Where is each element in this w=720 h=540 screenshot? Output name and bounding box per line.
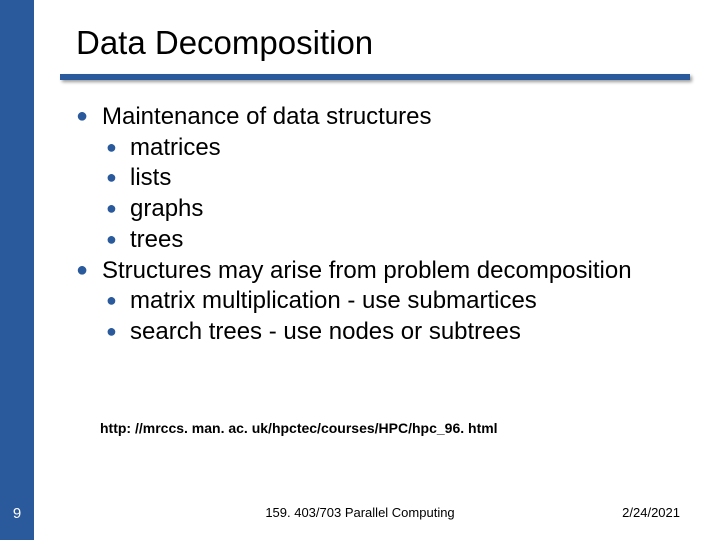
bullet-text: lists [130,163,676,194]
bullet-text: Maintenance of data structures [102,102,676,133]
left-sidebar [0,0,34,540]
bullet-text: Structures may arise from problem decomp… [102,256,676,287]
bullet-icon: ● [106,317,130,348]
bullet-icon: ● [106,194,130,225]
title-underline [60,74,690,84]
bullet-level2: ● search trees - use nodes or subtrees [76,317,676,348]
bullet-level2: ● graphs [76,194,676,225]
title-underline-bar [60,74,690,80]
bullet-level2: ● matrices [76,133,676,164]
bullet-level1: ● Maintenance of data structures [76,102,676,133]
bullet-text: search trees - use nodes or subtrees [130,317,676,348]
bullet-text: matrix multiplication - use submartices [130,286,676,317]
bullet-level1: ● Structures may arise from problem deco… [76,256,676,287]
bullet-icon: ● [76,102,102,133]
bullet-text: graphs [130,194,676,225]
bullet-text: matrices [130,133,676,164]
bullet-icon: ● [106,163,130,194]
content-body: ● Maintenance of data structures ● matri… [76,102,676,348]
bullet-level2: ● lists [76,163,676,194]
footer-date: 2/24/2021 [622,505,680,520]
bullet-text: trees [130,225,676,256]
bullet-icon: ● [106,133,130,164]
title-area: Data Decomposition [76,24,373,62]
bullet-icon: ● [106,225,130,256]
page-title: Data Decomposition [76,24,373,62]
footer-center-text: 159. 403/703 Parallel Computing [0,505,720,520]
bullet-level2: ● matrix multiplication - use submartice… [76,286,676,317]
source-url: http: //mrccs. man. ac. uk/hpctec/course… [100,420,498,436]
footer: 9 159. 403/703 Parallel Computing 2/24/2… [0,484,720,540]
bullet-icon: ● [76,256,102,287]
bullet-level2: ● trees [76,225,676,256]
bullet-icon: ● [106,286,130,317]
